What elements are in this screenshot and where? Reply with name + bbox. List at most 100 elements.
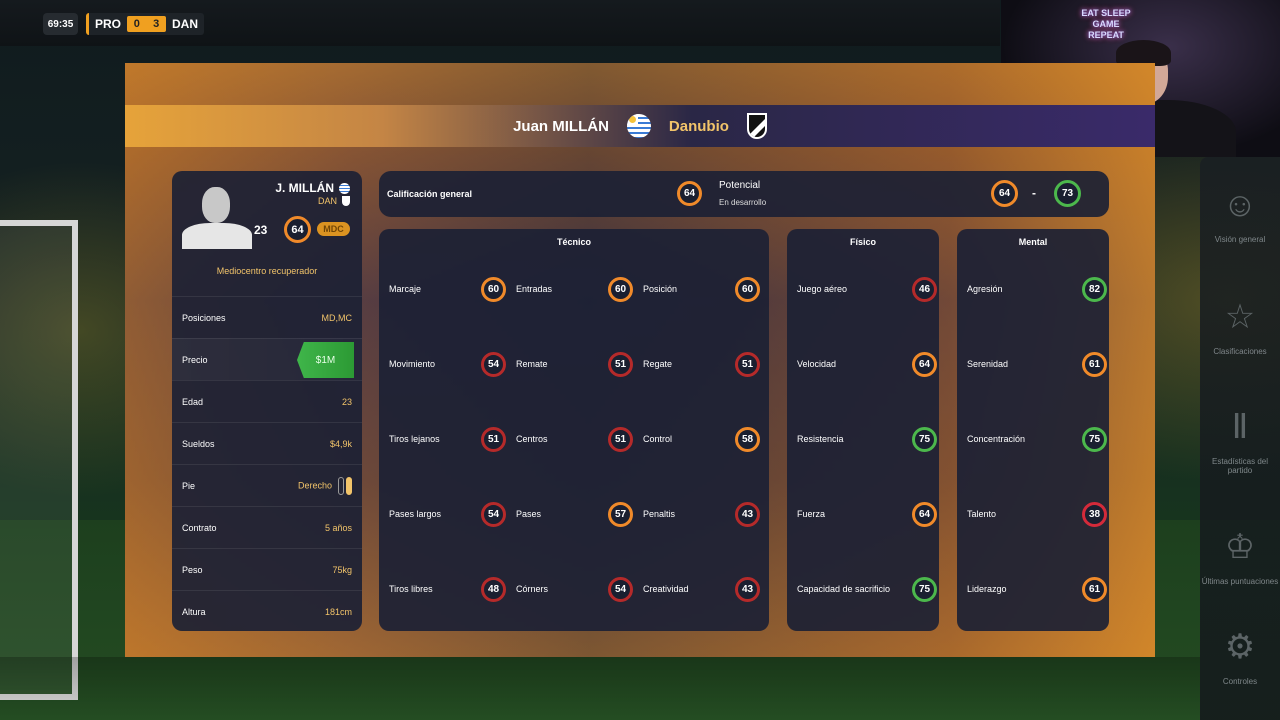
player-full-name: Juan MILLÁN <box>513 117 609 135</box>
side-menu-item[interactable]: ♔ Últimas puntuaciones <box>1200 527 1280 586</box>
info-label: Posiciones <box>182 312 226 323</box>
player-age: 23 <box>254 223 268 237</box>
stat-tecnico: Pases 57 <box>516 499 633 529</box>
side-menu-item[interactable]: ☺ Visión general <box>1200 185 1280 244</box>
info-value-text: Derecho <box>297 479 332 490</box>
gear-icon: ⚙ <box>1224 628 1256 666</box>
stat-value: 57 <box>608 501 633 527</box>
stat-value: 38 <box>1082 501 1107 527</box>
physical-title: Físico <box>849 237 876 247</box>
info-value: 5 años <box>325 523 352 533</box>
info-label: Precio <box>182 354 208 365</box>
info-value-text: 23 <box>341 396 352 407</box>
overall-value: 64 <box>677 181 702 206</box>
mental-stats: Mental Agresión 82 Serenidad 61 Concentració… <box>957 229 1109 631</box>
trophy-icon: ♔ <box>1224 528 1256 566</box>
stat-label: Centros <box>516 434 548 444</box>
info-row: Edad 23 <box>172 380 362 422</box>
stat-label: Control <box>643 434 673 444</box>
stat-mental: Serenidad 61 <box>967 349 1107 379</box>
tunnel-door <box>0 220 78 700</box>
info-label: Peso <box>182 564 203 575</box>
info-row: Altura 181cm <box>172 590 362 632</box>
info-value: Derecho <box>297 476 352 495</box>
info-row: Posiciones MD,MC <box>172 296 362 338</box>
stat-label: Entradas <box>516 284 553 294</box>
stat-tecnico: Remate 51 <box>516 349 633 379</box>
stat-value: 43 <box>735 576 760 602</box>
stat-label: Talento <box>967 509 997 519</box>
scoreboard: PRO 0 3 DAN <box>86 13 204 35</box>
side-menu-label: Últimas puntuaciones <box>1201 577 1279 586</box>
physical-stats: Físico Juego aéreo 46 Velocidad 64 Resistenc… <box>787 229 939 631</box>
home-score: 0 <box>133 18 140 30</box>
stat-label: Tiros lejanos <box>389 434 440 444</box>
stat-value: 61 <box>1082 576 1107 602</box>
potential-min: 64 <box>991 180 1018 207</box>
stat-value: 54 <box>608 576 633 602</box>
player-team: DAN <box>318 196 350 206</box>
rating-bar: Calificación general 64 Potencial En des… <box>379 171 1109 217</box>
info-row: Precio $1M <box>172 338 362 380</box>
stat-tecnico: Creatividad 43 <box>643 574 760 604</box>
away-team-code: DAN <box>172 17 198 31</box>
stat-value: 54 <box>481 351 506 377</box>
player-role: Mediocentro recuperador <box>216 266 318 276</box>
stat-label: Liderazgo <box>967 584 1007 594</box>
stat-label: Resistencia <box>797 434 844 444</box>
price-tag: $1M <box>297 342 354 378</box>
mental-title: Mental <box>1018 237 1048 247</box>
side-menu-item[interactable]: ⚙ Controles <box>1200 627 1280 686</box>
home-team-code: PRO <box>95 17 122 31</box>
info-label: Edad <box>182 396 204 407</box>
side-menu: ☺ Visión general ☆ Clasificaciones Ⅱ Estadíst… <box>1200 157 1280 720</box>
club-name: Danubio <box>668 117 729 135</box>
stat-value: 60 <box>481 276 506 302</box>
person-icon: ☺ <box>1222 186 1258 224</box>
stat-fisico: Resistencia 75 <box>797 424 937 454</box>
technical-stats: Técnico Marcaje 60 Entradas 60 Posición 60 Mov… <box>379 229 769 631</box>
technical-title: Técnico <box>556 237 591 247</box>
match-hud: 69:35 PRO 03 DAN <box>0 0 1000 46</box>
side-menu-item[interactable]: Ⅱ Estadísticas del partido <box>1200 407 1280 475</box>
stat-tecnico: Centros 51 <box>516 424 633 454</box>
overall-label: Calificación general <box>387 189 473 199</box>
stat-value: 43 <box>735 501 760 527</box>
side-menu-label: Clasificaciones <box>1213 347 1267 356</box>
stat-value: 48 <box>481 576 506 602</box>
stat-value: 75 <box>1082 426 1107 452</box>
info-value-text: MD,MC <box>321 312 353 323</box>
stat-value: 51 <box>735 351 760 377</box>
away-score: 3 <box>153 18 160 30</box>
info-row: Sueldos $4,9k <box>172 422 362 464</box>
stat-mental: Agresión 82 <box>967 274 1107 304</box>
stat-tecnico: Control 58 <box>643 424 760 454</box>
stat-value: 61 <box>1082 351 1107 377</box>
stat-label: Velocidad <box>797 359 837 369</box>
side-menu-item[interactable]: ☆ Clasificaciones <box>1200 297 1280 356</box>
info-value: $4,9k <box>330 439 352 449</box>
stat-value: 75 <box>912 576 937 602</box>
potential-separator: - <box>1032 186 1036 200</box>
team-code: DAN <box>317 196 337 206</box>
info-row: Pie Derecho <box>172 464 362 506</box>
stat-label: Remate <box>516 359 548 369</box>
bottom-shade <box>0 657 1200 720</box>
stat-label: Marcaje <box>389 284 422 294</box>
stat-fisico: Velocidad 64 <box>797 349 937 379</box>
position-badge: MDC <box>317 222 350 236</box>
stat-tecnico: Pases largos 54 <box>389 499 506 529</box>
stat-mental: Talento 38 <box>967 499 1107 529</box>
player-card: J. MILLÁN DAN 23 64 MDC Mediocentro recu… <box>172 171 362 631</box>
stat-tecnico: Entradas 60 <box>516 274 633 304</box>
bar-chart-icon: Ⅱ <box>1231 408 1249 446</box>
stat-value: 51 <box>608 351 633 377</box>
stat-label: Córners <box>516 584 549 594</box>
stat-value: 75 <box>912 426 937 452</box>
info-value-text: 75kg <box>332 564 352 575</box>
stat-label: Concentración <box>967 434 1026 444</box>
stat-label: Agresión <box>967 284 1003 294</box>
stat-tecnico: Regate 51 <box>643 349 760 379</box>
flag-icon <box>339 182 350 194</box>
foot-icon <box>338 476 352 495</box>
